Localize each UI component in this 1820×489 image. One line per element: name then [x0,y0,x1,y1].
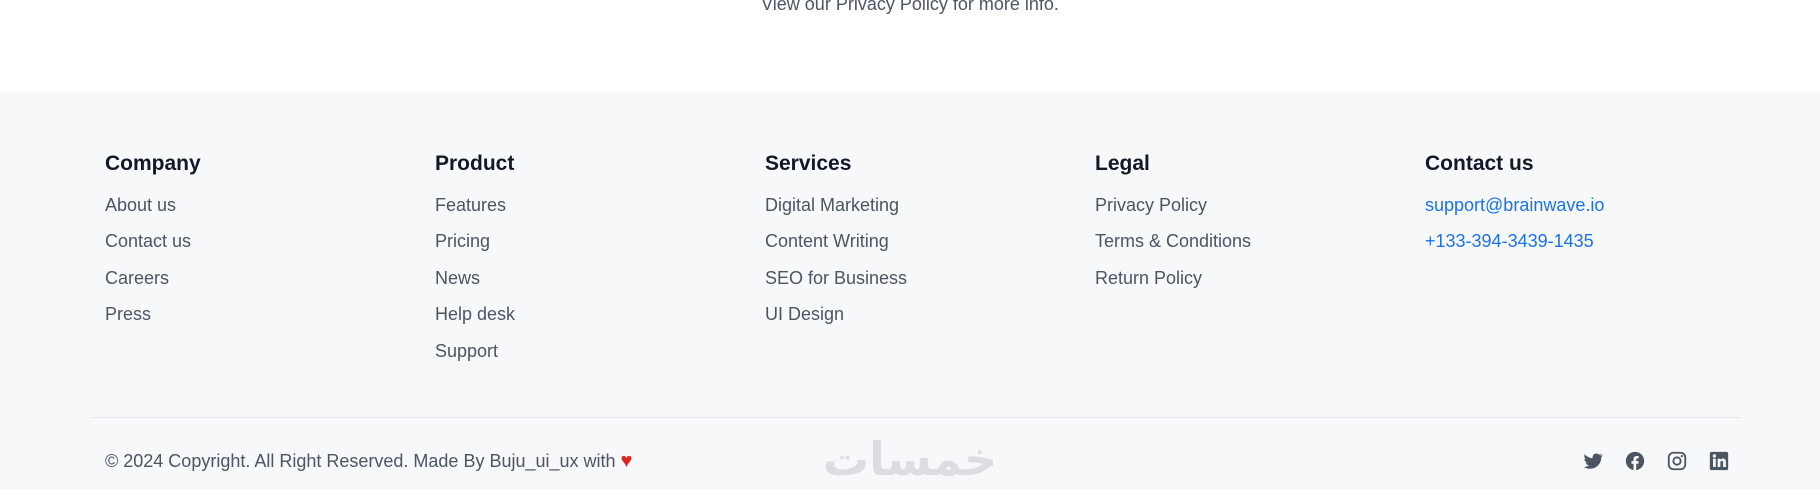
privacy-note[interactable]: View our Privacy Policy for more info. [0,0,1820,14]
copyright: © 2024 Copyright. All Right Reserved. Ma… [105,450,632,472]
svg-text:خمسات: خمسات [823,432,997,486]
footer-column-company: Company About us Contact us Careers Pres… [105,152,201,341]
footer-link-pricing[interactable]: Pricing [435,231,515,267]
footer-link-terms-conditions[interactable]: Terms & Conditions [1095,231,1251,267]
footer-link-help-desk[interactable]: Help desk [435,304,515,340]
column-title: Company [105,152,201,175]
footer-link-careers[interactable]: Careers [105,268,201,304]
footer-link-press[interactable]: Press [105,304,201,340]
column-title: Services [765,152,852,175]
footer-link-features[interactable]: Features [435,195,515,231]
footer-link-content-writing[interactable]: Content Writing [765,231,907,267]
footer-link-news[interactable]: News [435,268,515,304]
footer-link-digital-marketing[interactable]: Digital Marketing [765,195,907,231]
footer-link-contact-us[interactable]: Contact us [105,231,201,267]
twitter-icon[interactable] [1582,450,1604,472]
contact-email-link[interactable]: support@brainwave.io [1425,195,1604,231]
column-title: Contact us [1425,152,1534,175]
top-section: View our Privacy Policy for more info. [0,0,1820,92]
footer-link-about-us[interactable]: About us [105,195,201,231]
footer-column-product: Product Features Pricing News Help desk … [435,152,515,377]
instagram-icon[interactable] [1666,450,1688,472]
footer-link-support[interactable]: Support [435,341,515,377]
footer-link-return-policy[interactable]: Return Policy [1095,268,1251,304]
footer-link-seo-for-business[interactable]: SEO for Business [765,268,907,304]
linkedin-icon[interactable] [1708,450,1730,472]
contact-phone-link[interactable]: +133-394-3439-1435 [1425,231,1604,267]
footer-divider [90,417,1741,418]
facebook-icon[interactable] [1624,450,1646,472]
copyright-text: © 2024 Copyright. All Right Reserved. Ma… [105,451,616,471]
column-title: Product [435,152,515,175]
footer-link-ui-design[interactable]: UI Design [765,304,907,340]
column-title: Legal [1095,152,1150,175]
watermark-logo: خمسات [823,432,997,486]
footer-column-contact: Contact us support@brainwave.io +133-394… [1425,152,1604,268]
footer-column-services: Services Digital Marketing Content Writi… [765,152,907,341]
heart-icon: ♥ [620,450,633,472]
social-links [1582,450,1730,472]
footer: Company About us Contact us Careers Pres… [0,92,1820,489]
footer-column-legal: Legal Privacy Policy Terms & Conditions … [1095,152,1251,304]
footer-link-privacy-policy[interactable]: Privacy Policy [1095,195,1251,231]
